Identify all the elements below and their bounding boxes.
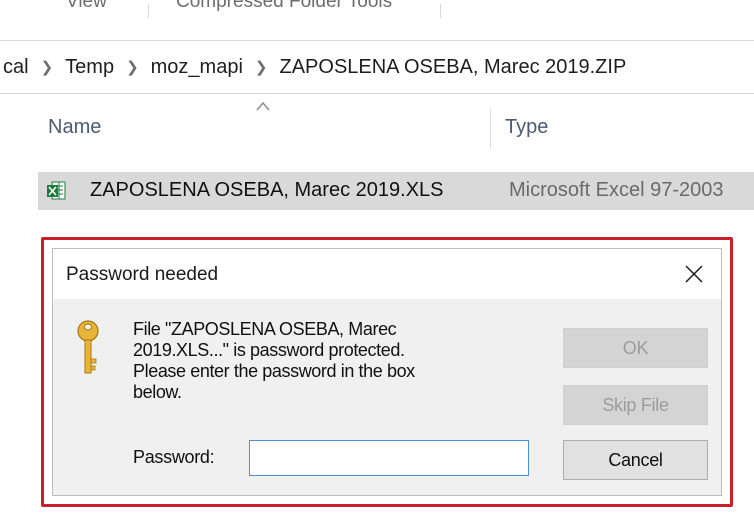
- file-row[interactable]: ZAPOSLENA OSEBA, Marec 2019.XLS Microsof…: [38, 172, 754, 210]
- breadcrumb-moz-mapi[interactable]: moz_mapi: [145, 56, 249, 79]
- column-header-type[interactable]: Type: [505, 116, 548, 139]
- message-line: below.: [133, 382, 182, 402]
- password-dialog: Password needed File "ZAPOSLENA OSEBA, M…: [52, 248, 722, 496]
- chevron-right-icon[interactable]: ❯: [35, 58, 60, 76]
- chevron-right-icon[interactable]: ❯: [249, 58, 274, 76]
- column-header-name[interactable]: Name: [48, 116, 101, 139]
- ribbon-tab-compressed-folder-tools[interactable]: Compressed Folder Tools: [176, 0, 392, 13]
- breadcrumb-zip-archive[interactable]: ZAPOSLENA OSEBA, Marec 2019.ZIP: [273, 56, 632, 79]
- message-line: 2019.XLS..." is password protected.: [133, 340, 405, 360]
- cancel-button[interactable]: Cancel: [563, 440, 708, 480]
- dialog-title: Password needed: [66, 264, 219, 285]
- ribbon-separator: [148, 4, 149, 18]
- breadcrumb-local[interactable]: cal: [0, 56, 35, 79]
- ribbon-tab-strip: View Compressed Folder Tools: [0, 0, 754, 26]
- ok-button[interactable]: OK: [563, 328, 708, 368]
- highlight-frame: Password needed File "ZAPOSLENA OSEBA, M…: [41, 237, 733, 507]
- message-line: File "ZAPOSLENA OSEBA, Marec: [133, 319, 397, 339]
- key-icon: [77, 320, 99, 374]
- column-divider[interactable]: [490, 108, 491, 150]
- dialog-titlebar[interactable]: Password needed: [53, 249, 721, 299]
- ribbon-separator: [440, 4, 441, 18]
- excel-file-icon: [47, 181, 66, 200]
- password-input[interactable]: [249, 440, 529, 476]
- dialog-message: File "ZAPOSLENA OSEBA, Marec 2019.XLS...…: [133, 319, 473, 403]
- ribbon-tab-view[interactable]: View: [66, 0, 107, 13]
- address-bar[interactable]: cal ❯ Temp ❯ moz_mapi ❯ ZAPOSLENA OSEBA,…: [0, 40, 754, 94]
- close-icon[interactable]: [683, 263, 705, 285]
- message-line: Please enter the password in the box: [133, 361, 415, 381]
- file-type: Microsoft Excel 97-2003: [509, 179, 724, 201]
- breadcrumb-temp[interactable]: Temp: [59, 56, 120, 79]
- skip-file-button[interactable]: Skip File: [563, 385, 708, 425]
- file-name: ZAPOSLENA OSEBA, Marec 2019.XLS: [90, 179, 444, 201]
- sort-ascending-icon: [256, 101, 270, 111]
- chevron-right-icon[interactable]: ❯: [120, 58, 145, 76]
- explorer-window: View Compressed Folder Tools cal ❯ Temp …: [0, 0, 754, 522]
- password-label: Password:: [133, 447, 215, 467]
